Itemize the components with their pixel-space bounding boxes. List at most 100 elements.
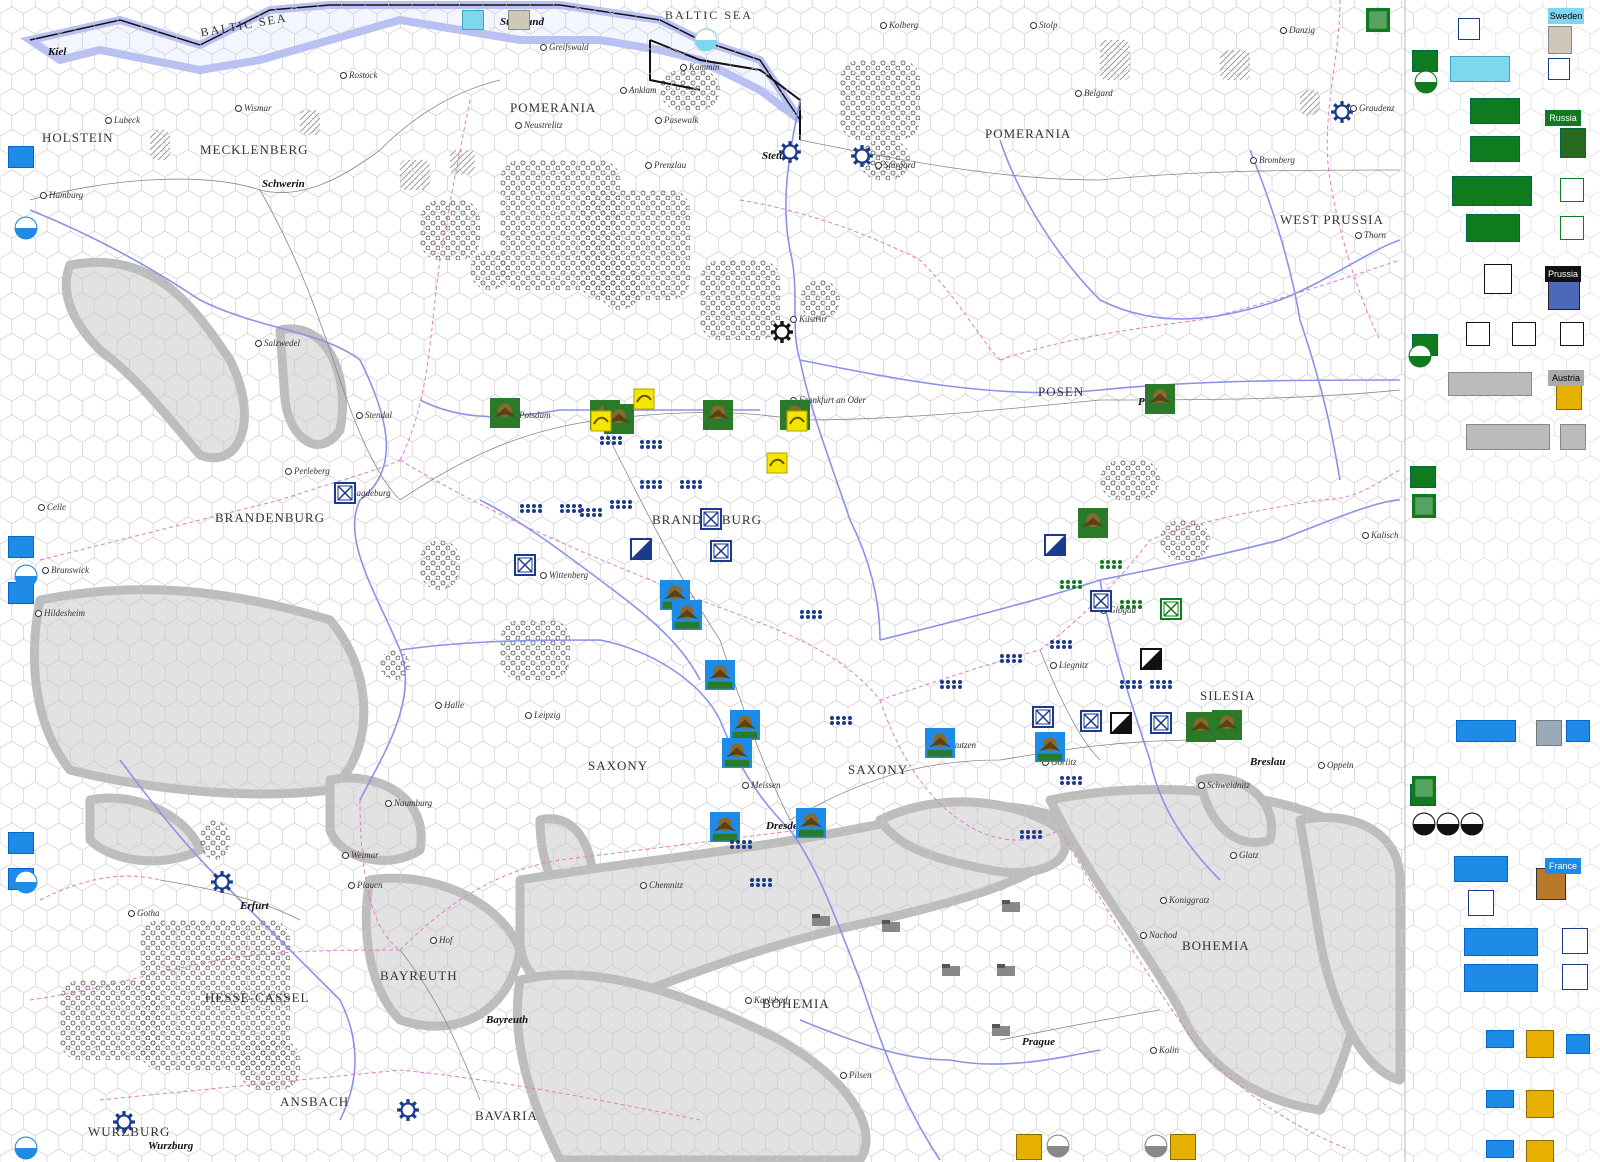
town-label[interactable]: Brunswick xyxy=(42,565,89,575)
french-leader-counter[interactable] xyxy=(705,660,735,690)
fortress-icon[interactable] xyxy=(770,320,794,344)
edge-marker-counter[interactable] xyxy=(1408,344,1432,368)
russian-infantry-counter[interactable] xyxy=(1560,216,1584,240)
town-label[interactable]: Belgard xyxy=(1075,88,1113,98)
town-label[interactable]: Leipzig xyxy=(525,710,561,720)
town-label[interactable]: Schweidnitz xyxy=(1198,780,1250,790)
town-label[interactable]: Danzig xyxy=(1280,25,1315,35)
infantry-counter[interactable] xyxy=(334,482,356,504)
hex-map[interactable] xyxy=(0,0,1600,1162)
austrian-artillery-counter[interactable] xyxy=(810,910,832,932)
prussian-cavalry-counter[interactable] xyxy=(1484,264,1512,294)
town-label[interactable]: Hildesheim xyxy=(35,608,85,618)
cavalry-counter[interactable] xyxy=(630,538,652,560)
austrian-artillery-counter[interactable] xyxy=(1000,896,1022,918)
french-reserve-box[interactable] xyxy=(1566,720,1590,742)
french-leader-counter[interactable] xyxy=(730,710,760,740)
edge-marker-counter[interactable] xyxy=(14,216,38,240)
infantry-counter[interactable] xyxy=(1032,706,1054,728)
austrian-marker-counter[interactable] xyxy=(1144,1134,1168,1158)
edge-marker-counter[interactable] xyxy=(1412,812,1436,836)
french-infantry-counter[interactable] xyxy=(1468,890,1494,916)
city-label[interactable]: Bayreuth xyxy=(486,1014,528,1026)
french-leader-counter[interactable] xyxy=(925,728,955,758)
town-label[interactable]: Kolberg xyxy=(880,20,918,30)
town-label[interactable]: Graudenz xyxy=(1350,103,1395,113)
cavalry-counter[interactable] xyxy=(1140,648,1162,670)
fortress-icon[interactable] xyxy=(1330,100,1354,124)
prussian-infantry-counter[interactable] xyxy=(1466,322,1490,346)
edge-marker-counter[interactable] xyxy=(1436,812,1460,836)
town-label[interactable]: Koniggratz xyxy=(1160,895,1210,905)
town-label[interactable]: Anklam xyxy=(620,85,657,95)
town-label[interactable]: Greifswald xyxy=(540,42,589,52)
prussian-infantry-counter[interactable] xyxy=(1512,322,1536,346)
city-label[interactable]: Schwerin xyxy=(262,178,305,190)
infantry-counter[interactable] xyxy=(1080,710,1102,732)
austrian-leader-counter[interactable] xyxy=(1016,1134,1042,1160)
allied-leader-counter[interactable] xyxy=(1078,508,1108,538)
russian-leader-counter[interactable] xyxy=(1560,128,1586,158)
fortress-icon[interactable] xyxy=(778,140,802,164)
russian-reserve-counter[interactable] xyxy=(1410,466,1436,488)
city-label[interactable]: Prague xyxy=(1022,1036,1055,1048)
infantry-counter[interactable] xyxy=(1150,712,1172,734)
edge-marker-counter[interactable] xyxy=(14,564,38,588)
fortress-icon[interactable] xyxy=(112,1110,136,1134)
edge-marker-counter[interactable] xyxy=(14,870,38,894)
town-label[interactable]: Prenzlau xyxy=(645,160,686,170)
austrian-box[interactable] xyxy=(1448,372,1532,396)
swedish-leader-counter[interactable] xyxy=(1548,26,1572,54)
town-label[interactable]: Kustrin xyxy=(790,314,826,324)
allied-leader-counter[interactable] xyxy=(1212,710,1242,740)
austrian-leader-counter[interactable] xyxy=(1170,1134,1196,1160)
russian-infantry-box[interactable] xyxy=(1466,214,1520,242)
french-leader-counter[interactable] xyxy=(1035,732,1065,762)
town-label[interactable]: Gotha xyxy=(128,908,160,918)
supply-counter[interactable] xyxy=(590,410,612,432)
edge-flag-counter[interactable] xyxy=(1366,8,1390,32)
town-label[interactable]: Wittenberg xyxy=(540,570,588,580)
town-label[interactable]: Hof xyxy=(430,935,453,945)
allied-leader-counter[interactable] xyxy=(703,400,733,430)
town-label[interactable]: Kolin xyxy=(1150,1045,1179,1055)
french-leader-counter[interactable] xyxy=(722,738,752,768)
french-allied-leader-counter[interactable] xyxy=(1526,1090,1554,1118)
french-leader-counter[interactable] xyxy=(710,812,740,842)
allied-leader-counter[interactable] xyxy=(490,398,520,428)
town-label[interactable]: Hamburg xyxy=(40,190,83,200)
french-leader-counter[interactable] xyxy=(672,600,702,630)
town-label[interactable]: Pasewalk xyxy=(655,115,699,125)
infantry-counter[interactable] xyxy=(514,554,536,576)
town-label[interactable]: Liegnitz xyxy=(1050,660,1088,670)
game-board[interactable]: BALTIC SEA BALTIC SEA HOLSTEIN MECKLENBE… xyxy=(0,0,1600,1162)
french-infantry-counter[interactable] xyxy=(1562,928,1588,954)
edge-marker-counter[interactable] xyxy=(14,1136,38,1160)
allied-leader-counter[interactable] xyxy=(1145,384,1175,414)
town-label[interactable]: Stolp xyxy=(1030,20,1058,30)
town-label[interactable]: Neustrelitz xyxy=(515,120,563,130)
russian-infantry-counter[interactable] xyxy=(1160,598,1182,620)
town-label[interactable]: Weimar xyxy=(342,850,379,860)
town-label[interactable]: Stendal xyxy=(356,410,392,420)
city-label[interactable]: Erfurt xyxy=(240,900,269,912)
fortress-icon[interactable] xyxy=(850,144,874,168)
infantry-counter[interactable] xyxy=(700,508,722,530)
town-label[interactable]: Plauen xyxy=(348,880,383,890)
town-label[interactable]: Karlsbad xyxy=(745,995,788,1005)
town-label[interactable]: Meissen xyxy=(742,780,781,790)
swedish-infantry-counter[interactable] xyxy=(1458,18,1480,40)
town-label[interactable]: Nachod xyxy=(1140,930,1177,940)
russian-infantry-box[interactable] xyxy=(1452,176,1532,206)
supply-counter[interactable] xyxy=(786,410,808,432)
edge-flag-counter[interactable] xyxy=(1412,776,1436,800)
french-infantry-counter[interactable] xyxy=(1562,964,1588,990)
edge-reserve-counter[interactable] xyxy=(8,536,34,558)
town-label[interactable]: Salzwedel xyxy=(255,338,300,348)
supply-counter[interactable] xyxy=(766,452,788,474)
supply-counter[interactable] xyxy=(633,388,655,410)
town-label[interactable]: Chemnitz xyxy=(640,880,683,890)
town-label[interactable]: Lubeck xyxy=(105,115,140,125)
austrian-box[interactable] xyxy=(1560,424,1586,450)
edge-reserve-counter[interactable] xyxy=(8,832,34,854)
